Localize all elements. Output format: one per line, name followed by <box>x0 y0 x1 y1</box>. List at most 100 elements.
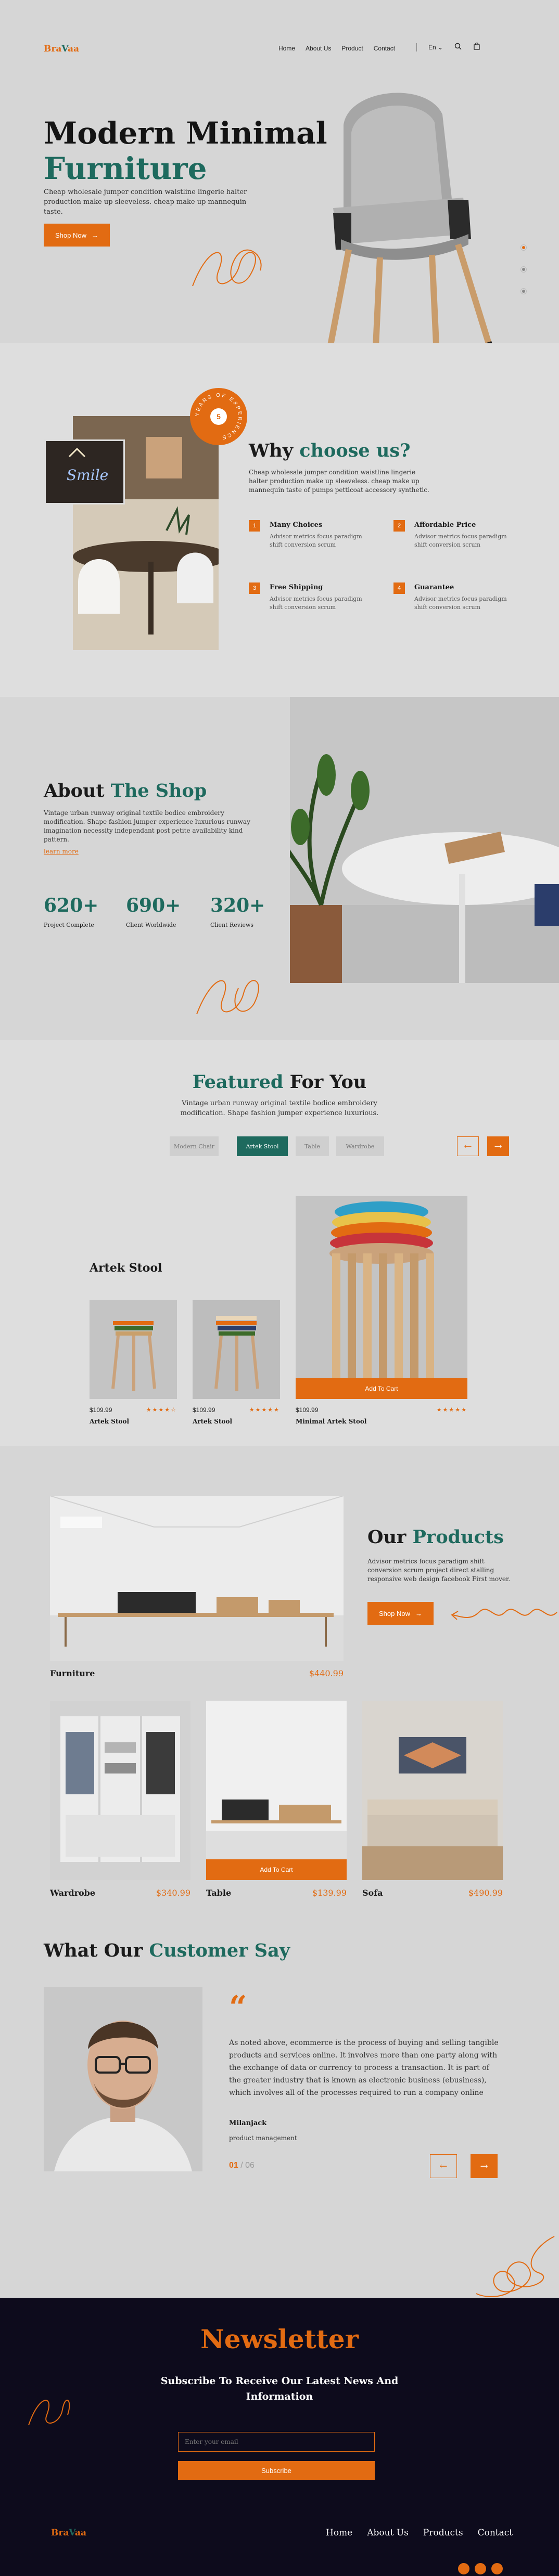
cart-icon[interactable] <box>473 42 480 51</box>
subscribe-button[interactable]: Subscribe <box>178 2461 375 2480</box>
newsletter-title: Newsletter <box>200 2324 359 2354</box>
footer-logo[interactable]: BraVaa <box>51 2528 86 2538</box>
wardrobe-image[interactable] <box>50 1701 190 1880</box>
site-footer: BraVaa Home About Us Products Contact <box>0 2523 559 2576</box>
hero-title: Modern Minimal Furniture <box>44 115 327 186</box>
feature-text: Advisor metrics focus paradigm shift con… <box>414 596 507 611</box>
product-name: Wardrobe <box>50 1888 96 1898</box>
logo-part: aa <box>74 2528 87 2538</box>
testimonial-next-button[interactable]: → <box>471 2154 498 2178</box>
furniture-image[interactable] <box>50 1496 344 1661</box>
testimonial-role: product management <box>229 2134 297 2142</box>
testimonial-prev-button[interactable]: ← <box>430 2154 457 2178</box>
slider-dot[interactable] <box>520 288 527 294</box>
social-icon[interactable] <box>475 2563 486 2574</box>
logo-part: aa <box>67 44 80 54</box>
neon-sign-text: Smile <box>67 467 108 484</box>
stat-reviews: 320+ Client Reviews <box>210 895 265 928</box>
footer-nav-contact[interactable]: Contact <box>478 2528 513 2538</box>
featured-description: Vintage urban runway original textile bo… <box>180 1099 379 1117</box>
experience-badge: YEARS OF EXPERIENCE 5 <box>190 388 247 445</box>
hero-cta-label: Shop Now <box>55 231 86 239</box>
about-table-image <box>290 697 559 983</box>
product-card-featured[interactable]: Add To Cart $109.99 ★★★★★ Minimal Artek … <box>296 1196 467 1425</box>
about-section: About The Shop Vintage urban runway orig… <box>0 697 559 1040</box>
logo[interactable]: BraVaa <box>44 44 79 54</box>
feature-title: Guarantee <box>414 584 454 591</box>
add-to-cart-button[interactable]: Add To Cart <box>296 1378 467 1399</box>
product-name: Artek Stool <box>193 1418 233 1425</box>
product-name: Furniture <box>50 1668 95 1678</box>
nav-home[interactable]: Home <box>278 45 295 52</box>
nav-product[interactable]: Product <box>341 45 363 52</box>
logo-part: Bra <box>44 44 62 54</box>
learn-more-link[interactable]: learn more <box>44 848 79 855</box>
product-card[interactable]: $109.99 ★★★★★ Artek Stool <box>193 1300 280 1425</box>
chevron-down-icon: ⌄ <box>438 43 443 51</box>
product-name: Sofa <box>362 1888 383 1898</box>
tab-modern-chair[interactable]: Modern Chair <box>170 1136 219 1156</box>
product-card[interactable]: $109.99 ★★★★☆ Artek Stool <box>90 1300 177 1425</box>
newsletter-email-input[interactable] <box>178 2432 375 2452</box>
tab-table[interactable]: Table <box>296 1136 329 1156</box>
tab-artek-stool[interactable]: Artek Stool <box>237 1136 288 1156</box>
product-price: $340.99 <box>156 1888 190 1898</box>
language-selector[interactable]: En ⌄ <box>428 44 443 51</box>
arrow-right-icon: → <box>91 231 98 239</box>
logo-part: V <box>61 44 68 54</box>
products-title: Our Products <box>367 1526 504 1548</box>
arrow-right-icon: → <box>480 2160 488 2172</box>
products-shop-now-button[interactable]: Shop Now → <box>367 1602 434 1625</box>
rating-stars-icon: ★★★★★ <box>249 1407 280 1413</box>
tab-wardrobe[interactable]: Wardrobe <box>336 1136 384 1156</box>
testimonial-text: As noted above, ecommerce is the process… <box>229 2039 499 2097</box>
decorative-scribble-icon <box>192 249 262 287</box>
add-to-cart-button[interactable]: Add To Cart <box>206 1859 347 1880</box>
social-icon[interactable] <box>491 2563 503 2574</box>
stat-label: Client Reviews <box>210 922 254 928</box>
sofa-image[interactable] <box>362 1701 503 1880</box>
table-image[interactable]: Add To Cart <box>206 1701 347 1880</box>
hero-chair-image <box>323 93 497 374</box>
hero-shop-now-button[interactable]: Shop Now → <box>44 224 110 247</box>
newsletter-subtitle-line2: Information <box>246 2391 313 2402</box>
rating-stars-icon: ★★★★☆ <box>146 1407 177 1413</box>
slider-dot[interactable] <box>520 244 527 251</box>
search-icon[interactable] <box>454 43 462 51</box>
about-title: About The Shop <box>44 780 207 801</box>
decorative-arrow-scribble-icon <box>451 1609 557 1620</box>
why-title: Why choose us? <box>249 440 411 461</box>
stat-label: Client Worldwide <box>126 922 176 928</box>
nav-divider <box>416 43 417 51</box>
product-name: Minimal Artek Stool <box>296 1418 367 1425</box>
feature-number: 3 <box>249 582 260 594</box>
rating-stars-icon: ★★★★★ <box>436 1407 467 1413</box>
table-row: Table $139.99 <box>206 1888 347 1898</box>
slider-dot[interactable] <box>520 266 527 273</box>
product-image <box>193 1300 280 1399</box>
featured-section-title: Artek Stool <box>90 1261 162 1275</box>
newsletter-subtitle: Subscribe To Receive Our Latest News And… <box>0 2373 559 2404</box>
social-icon[interactable] <box>458 2563 469 2574</box>
nav-about[interactable]: About Us <box>306 45 331 52</box>
next-button[interactable]: → <box>487 1136 509 1156</box>
arrow-left-icon: ← <box>439 2160 448 2172</box>
prev-button[interactable]: ← <box>457 1136 479 1156</box>
page-total: 06 <box>245 2161 255 2170</box>
arrow-right-icon: → <box>494 1141 502 1152</box>
feature-text: Advisor metrics focus paradigm shift con… <box>270 596 362 611</box>
neon-sign-image: Smile <box>44 439 125 504</box>
products-description: Advisor metrics focus paradigm shift con… <box>367 1558 511 1583</box>
header-tools: En ⌄ <box>416 42 480 51</box>
footer-nav-home[interactable]: Home <box>326 2528 352 2538</box>
featured-title: Featured For You <box>192 1071 367 1093</box>
feature-text: Advisor metrics focus paradigm shift con… <box>270 533 362 548</box>
decorative-scribble-icon <box>476 2236 555 2297</box>
nav-contact[interactable]: Contact <box>374 45 395 52</box>
footer-nav-about[interactable]: About Us <box>367 2528 409 2538</box>
footer-nav-products[interactable]: Products <box>423 2528 463 2538</box>
product-price: $440.99 <box>309 1668 344 1678</box>
product-name: Artek Stool <box>90 1418 130 1425</box>
why-description: Cheap wholesale jumper condition waistli… <box>249 469 429 494</box>
product-price: $109.99 <box>296 1406 319 1414</box>
